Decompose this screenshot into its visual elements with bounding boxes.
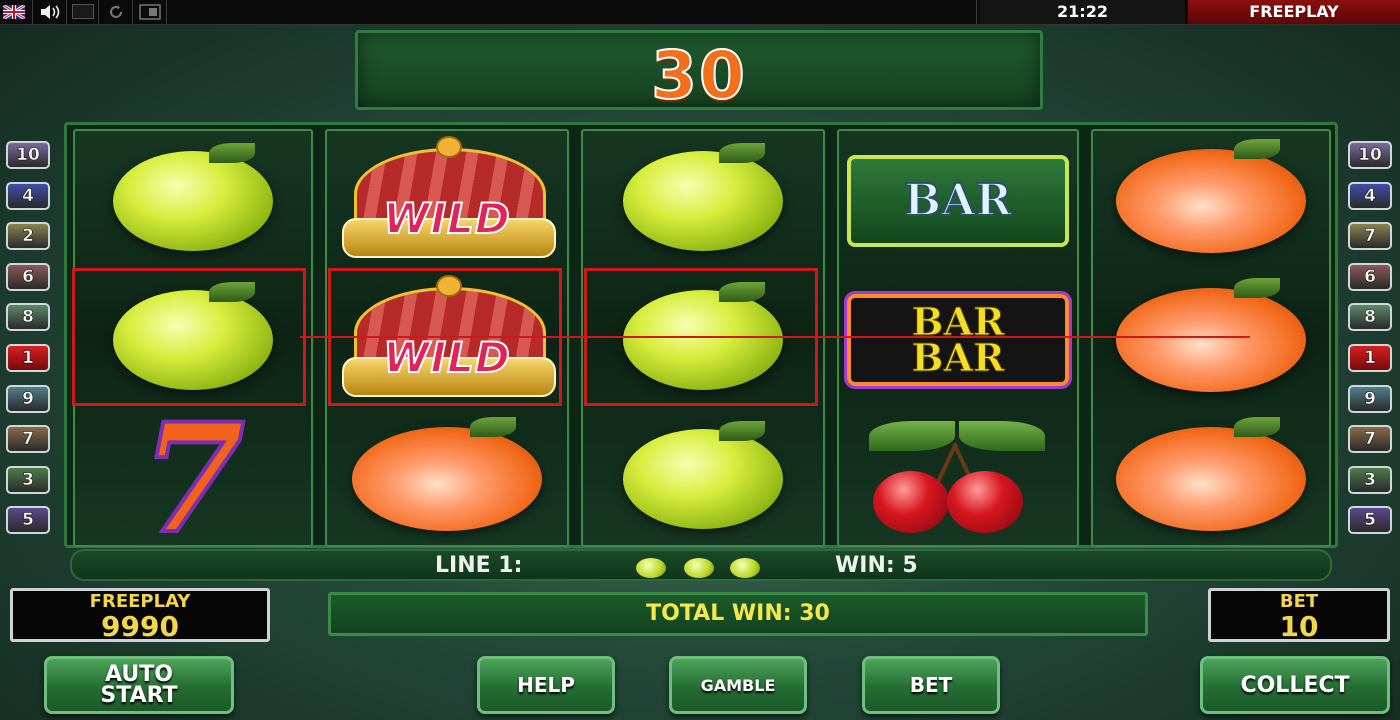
uk-flag-icon[interactable] — [2, 3, 26, 21]
refresh-icon[interactable] — [104, 3, 128, 21]
reel-5-symbol-1 — [1093, 131, 1329, 270]
line-indicator-5[interactable]: 5 — [6, 506, 50, 535]
line-indicator-3[interactable]: 3 — [1348, 465, 1392, 494]
help-button[interactable]: HELP — [477, 656, 615, 714]
line-indicator-4[interactable]: 4 — [1348, 181, 1392, 210]
reel-3-symbol-1 — [583, 131, 823, 270]
reel-4-symbol-1: BAR — [839, 131, 1077, 270]
line-label: LINE 1: — [435, 553, 523, 578]
lemon-symbol — [113, 142, 273, 251]
orange-symbol — [1116, 138, 1306, 253]
orange-symbol — [1116, 416, 1306, 531]
win-display: 30 — [355, 30, 1043, 115]
win-highlight — [328, 268, 562, 406]
line-indicator-7[interactable]: 7 — [1348, 425, 1392, 454]
double-bar-symbol: BAR BAR — [844, 290, 1072, 389]
reel-5 — [1091, 129, 1331, 547]
wild-symbol: WILD — [336, 135, 558, 260]
line-indicator-10[interactable]: 10 — [6, 141, 50, 169]
line-indicator-9[interactable]: 9 — [6, 384, 50, 413]
line-indicator-7[interactable]: 7 — [1348, 222, 1392, 251]
top-bar: 21:22 FREEPLAY — [0, 0, 1400, 25]
gamble-button[interactable]: GAMBLE — [669, 656, 807, 714]
line-indicator-5[interactable]: 5 — [1348, 506, 1392, 535]
line-win-label: WIN: 5 — [835, 553, 918, 578]
reel-4-symbol-3 — [839, 409, 1077, 548]
win-highlight — [72, 268, 306, 406]
reel-2-symbol-1: WILD — [327, 131, 567, 270]
line-indicator-2[interactable]: 2 — [6, 222, 50, 251]
bet-panel: BET 10 — [1208, 588, 1390, 642]
lemon-icon — [730, 558, 760, 578]
reel-5-symbol-3 — [1093, 409, 1329, 548]
lemon-symbol — [623, 420, 783, 529]
auto-start-button[interactable]: AUTO START — [44, 656, 234, 714]
reel-1-symbol-3: 7 — [75, 390, 311, 567]
collect-button[interactable]: COLLECT — [1200, 656, 1390, 714]
speaker-icon[interactable] — [38, 3, 62, 21]
line-indicator-7[interactable]: 7 — [6, 425, 50, 454]
bet-button[interactable]: BET — [862, 656, 1000, 714]
line-indicator-10[interactable]: 10 — [1348, 141, 1392, 169]
line-indicator-8[interactable]: 8 — [1348, 303, 1392, 332]
bar-symbol: BAR — [847, 154, 1069, 247]
balance-label: FREEPLAY — [89, 591, 191, 612]
game-mode-label: FREEPLAY — [1188, 0, 1400, 24]
reel-3-symbol-3 — [583, 409, 823, 548]
balance-value: 9990 — [101, 610, 179, 643]
reel-1-symbol-1 — [75, 131, 311, 270]
win-amount: 30 — [650, 36, 747, 115]
fullscreen-icon[interactable] — [72, 4, 94, 19]
line-indicator-6[interactable]: 6 — [1348, 262, 1392, 291]
balance-panel: FREEPLAY 9990 — [10, 588, 270, 642]
bet-label: BET — [1279, 591, 1319, 612]
reel-2-symbol-3 — [327, 409, 567, 548]
line-indicator-1[interactable]: 1 — [1348, 344, 1392, 372]
reel-4: BAR BAR BAR — [837, 129, 1079, 547]
orange-symbol — [352, 416, 542, 531]
bet-value: 10 — [1279, 610, 1319, 643]
reel-5-symbol-2 — [1093, 270, 1329, 409]
orange-symbol — [1116, 277, 1306, 392]
line-indicator-1[interactable]: 1 — [6, 344, 50, 372]
window-icon[interactable] — [138, 3, 162, 21]
line-indicator-4[interactable]: 4 — [6, 181, 50, 210]
line-indicator-8[interactable]: 8 — [6, 303, 50, 332]
clock: 21:22 — [980, 0, 1185, 24]
line-indicator-3[interactable]: 3 — [6, 465, 50, 494]
cherry-symbol — [863, 419, 1053, 539]
reel-4-symbol-2: BAR BAR — [839, 270, 1077, 409]
line-indicator-9[interactable]: 9 — [1348, 384, 1392, 413]
lemon-symbol — [623, 142, 783, 251]
lemon-icon — [684, 558, 714, 578]
line-indicator-6[interactable]: 6 — [6, 262, 50, 291]
win-highlight — [584, 268, 818, 406]
seven-symbol: 7 — [139, 390, 247, 567]
total-win-display: TOTAL WIN: 30 — [328, 592, 1148, 636]
lemon-icon — [636, 558, 666, 578]
